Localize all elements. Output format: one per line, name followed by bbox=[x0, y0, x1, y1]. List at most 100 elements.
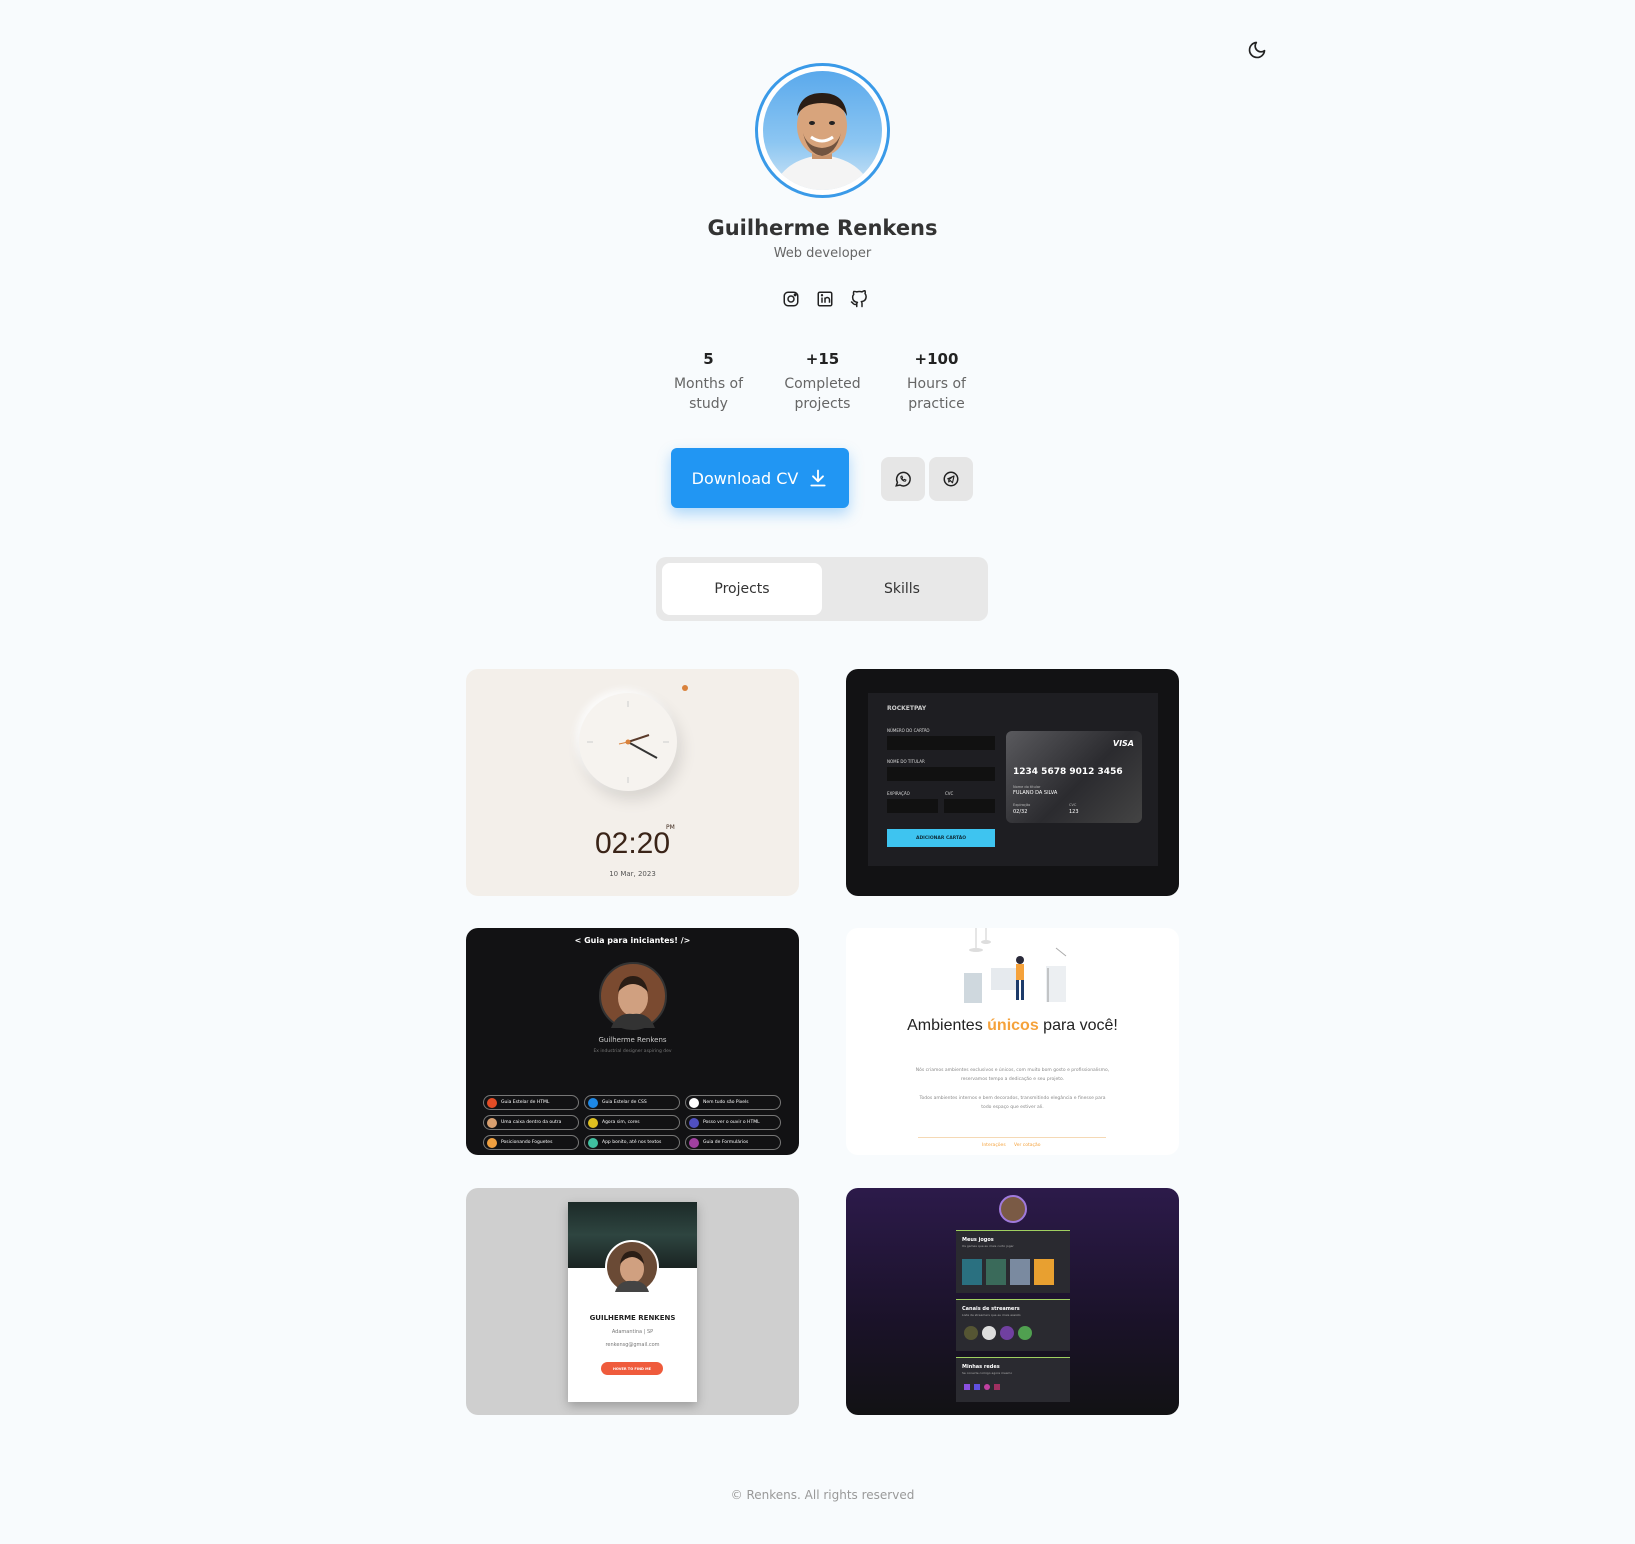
guide-link-pill[interactable]: Posicionando Foguetes bbox=[483, 1135, 579, 1150]
streamer-avatar[interactable] bbox=[964, 1326, 978, 1340]
divider bbox=[918, 1137, 1106, 1138]
game-thumb[interactable] bbox=[1034, 1259, 1054, 1285]
discord-icon[interactable] bbox=[974, 1384, 980, 1390]
game-thumb[interactable] bbox=[1010, 1259, 1030, 1285]
link-interacoes[interactable]: Interações bbox=[982, 1143, 1006, 1148]
cvc-input[interactable] bbox=[944, 799, 995, 813]
instagram-icon[interactable] bbox=[984, 1384, 990, 1390]
profile-name: Guilherme Renkens bbox=[707, 216, 938, 240]
expiry-label: EXPIRAÇÃO bbox=[887, 791, 910, 796]
link-cotacao[interactable]: Ver cotação bbox=[1014, 1143, 1041, 1148]
expiry-input[interactable] bbox=[887, 799, 938, 813]
rocketpay-brand: ROCKETPAY bbox=[887, 705, 927, 712]
guide-link-label: Guia Estelar de CSS bbox=[602, 1100, 647, 1105]
guide-link-icon bbox=[588, 1137, 598, 1148]
card-expiry-caption: Expiração bbox=[1013, 803, 1031, 807]
guide-link-icon bbox=[487, 1137, 497, 1148]
guide-subtitle: Ex industrial designer aspiring dev bbox=[593, 1049, 672, 1054]
profile-avatar bbox=[755, 63, 890, 198]
card-number-label: NÚMERO DO CARTÃO bbox=[887, 728, 930, 733]
guide-link-pill[interactable]: Uma caixa dentro da outra bbox=[483, 1115, 579, 1130]
guide-link-pill[interactable]: Guia Estelar de HTML bbox=[483, 1095, 579, 1110]
card-number-input[interactable] bbox=[887, 736, 995, 750]
project-card-clock[interactable]: 02:20 PM 10 Mar, 2023 bbox=[466, 669, 799, 896]
streamers-section-title: Canais de streamers bbox=[962, 1306, 1020, 1312]
linkedin-icon[interactable] bbox=[814, 288, 836, 310]
stat-label: Months of study bbox=[673, 376, 744, 412]
twitch-icon[interactable] bbox=[964, 1384, 970, 1390]
socials-section-subtitle: Se conecte comigo agora mesmo bbox=[962, 1371, 1013, 1375]
download-cv-label: Download CV bbox=[691, 468, 799, 488]
stats-row: 5 Months of study +15 Completed projects… bbox=[0, 350, 1635, 414]
card-expiry: 02/32 bbox=[1013, 809, 1028, 815]
credit-card-preview: VISA 1234 5678 9012 3456 Nome do titular… bbox=[1006, 731, 1142, 823]
theme-dot-icon bbox=[682, 685, 688, 691]
clock-face bbox=[579, 693, 677, 791]
socials-section-title: Minhas redes bbox=[962, 1364, 1000, 1370]
illustration bbox=[964, 928, 1067, 1003]
guide-link-pill[interactable]: Guia de Formulários bbox=[685, 1135, 781, 1150]
theme-toggle-moon-icon[interactable] bbox=[1243, 36, 1271, 64]
guide-link-label: Guia de Formulários bbox=[703, 1140, 749, 1145]
guide-link-icon bbox=[487, 1117, 497, 1128]
card-holder-caption: Nome do titular bbox=[1013, 785, 1041, 789]
card-cvc: 123 bbox=[1069, 809, 1079, 815]
tabs: Projects Skills bbox=[656, 557, 988, 621]
stat-label: Hours of practice bbox=[907, 376, 966, 412]
guide-link-label: Nem tudo são Pixels bbox=[703, 1100, 749, 1105]
cvc-label: CVC bbox=[945, 791, 954, 796]
card-number: 1234 5678 9012 3456 bbox=[1013, 767, 1123, 777]
download-cv-button[interactable]: Download CV bbox=[671, 448, 849, 508]
holder-label: NOME DO TITULAR bbox=[887, 759, 925, 764]
game-thumb[interactable] bbox=[986, 1259, 1006, 1285]
streamer-avatar[interactable] bbox=[982, 1326, 996, 1340]
tab-skills[interactable]: Skills bbox=[822, 563, 982, 615]
streamer-avatar[interactable] bbox=[1018, 1326, 1032, 1340]
guide-link-pill[interactable]: Agora sim, cores bbox=[584, 1115, 680, 1130]
github-icon[interactable] bbox=[848, 288, 870, 310]
ambientes-title-highlight: únicos bbox=[987, 1017, 1039, 1034]
profile-card-body: GUILHERME RENKENS Adamantina | SP renken… bbox=[568, 1202, 697, 1402]
guide-link-pill[interactable]: Guia Estelar de CSS bbox=[584, 1095, 680, 1110]
guide-link-label: Agora sim, cores bbox=[602, 1120, 640, 1125]
person-photo bbox=[773, 93, 872, 190]
telegram-icon bbox=[943, 471, 959, 487]
whatsapp-button[interactable] bbox=[881, 457, 925, 501]
project-card-rocketpay[interactable]: ROCKETPAY NÚMERO DO CARTÃO NOME DO TITUL… bbox=[846, 669, 1179, 896]
game-thumb[interactable] bbox=[962, 1259, 982, 1285]
clock-time: 02:20 bbox=[594, 827, 671, 860]
stat-number: 5 bbox=[703, 350, 714, 368]
telegram-button[interactable] bbox=[929, 457, 973, 501]
project-card-gamer[interactable]: Meus jogos Os games que eu mais curto jo… bbox=[846, 1188, 1179, 1415]
profile-role: Web developer bbox=[773, 246, 872, 261]
instagram-icon[interactable] bbox=[780, 288, 802, 310]
guide-link-pill[interactable]: App bonito, até nos textos bbox=[584, 1135, 680, 1150]
guide-link-icon bbox=[689, 1117, 699, 1128]
youtube-icon[interactable] bbox=[994, 1384, 1000, 1390]
guide-link-icon bbox=[689, 1137, 699, 1148]
tab-projects[interactable]: Projects bbox=[662, 563, 822, 615]
hover-button[interactable]: HOVER TO FIND ME bbox=[601, 1362, 663, 1375]
games-section-subtitle: Os games que eu mais curto jogar bbox=[962, 1244, 1014, 1248]
games-section-title: Meus jogos bbox=[962, 1237, 994, 1243]
clock-date: 10 Mar, 2023 bbox=[609, 870, 656, 878]
guide-link-icon bbox=[588, 1117, 598, 1128]
add-card-button[interactable]: ADICIONAR CARTÃO bbox=[887, 829, 995, 847]
guide-link-icon bbox=[487, 1097, 497, 1108]
streamer-avatar[interactable] bbox=[1000, 1326, 1014, 1340]
guide-link-label: App bonito, até nos textos bbox=[602, 1140, 662, 1145]
guide-link-label: Guia Estelar de HTML bbox=[501, 1100, 550, 1105]
stat-hours: +100 Hours of practice bbox=[880, 350, 994, 414]
project-card-guide[interactable]: < Guia para iniciantes! /> Guilherme Ren… bbox=[466, 928, 799, 1155]
stat-label: Completed projects bbox=[784, 376, 861, 412]
streamers-section-subtitle: Lista de streamers que eu mais assisto bbox=[962, 1313, 1021, 1317]
guide-link-pill[interactable]: Posso ver o ouvir o HTML bbox=[685, 1115, 781, 1130]
profile-card-name: GUILHERME RENKENS bbox=[589, 1314, 676, 1322]
project-card-profile[interactable]: GUILHERME RENKENS Adamantina | SP renken… bbox=[466, 1188, 799, 1415]
guide-link-label: Posicionando Foguetes bbox=[501, 1140, 553, 1145]
profile-card-location: Adamantina | SP bbox=[611, 1329, 654, 1335]
holder-input[interactable] bbox=[887, 767, 995, 781]
guide-link-pill[interactable]: Nem tudo são Pixels bbox=[685, 1095, 781, 1110]
project-card-ambientes[interactable]: Ambientes únicos para você! Nós criamos … bbox=[846, 928, 1179, 1155]
clock-ampm: PM bbox=[666, 824, 675, 831]
